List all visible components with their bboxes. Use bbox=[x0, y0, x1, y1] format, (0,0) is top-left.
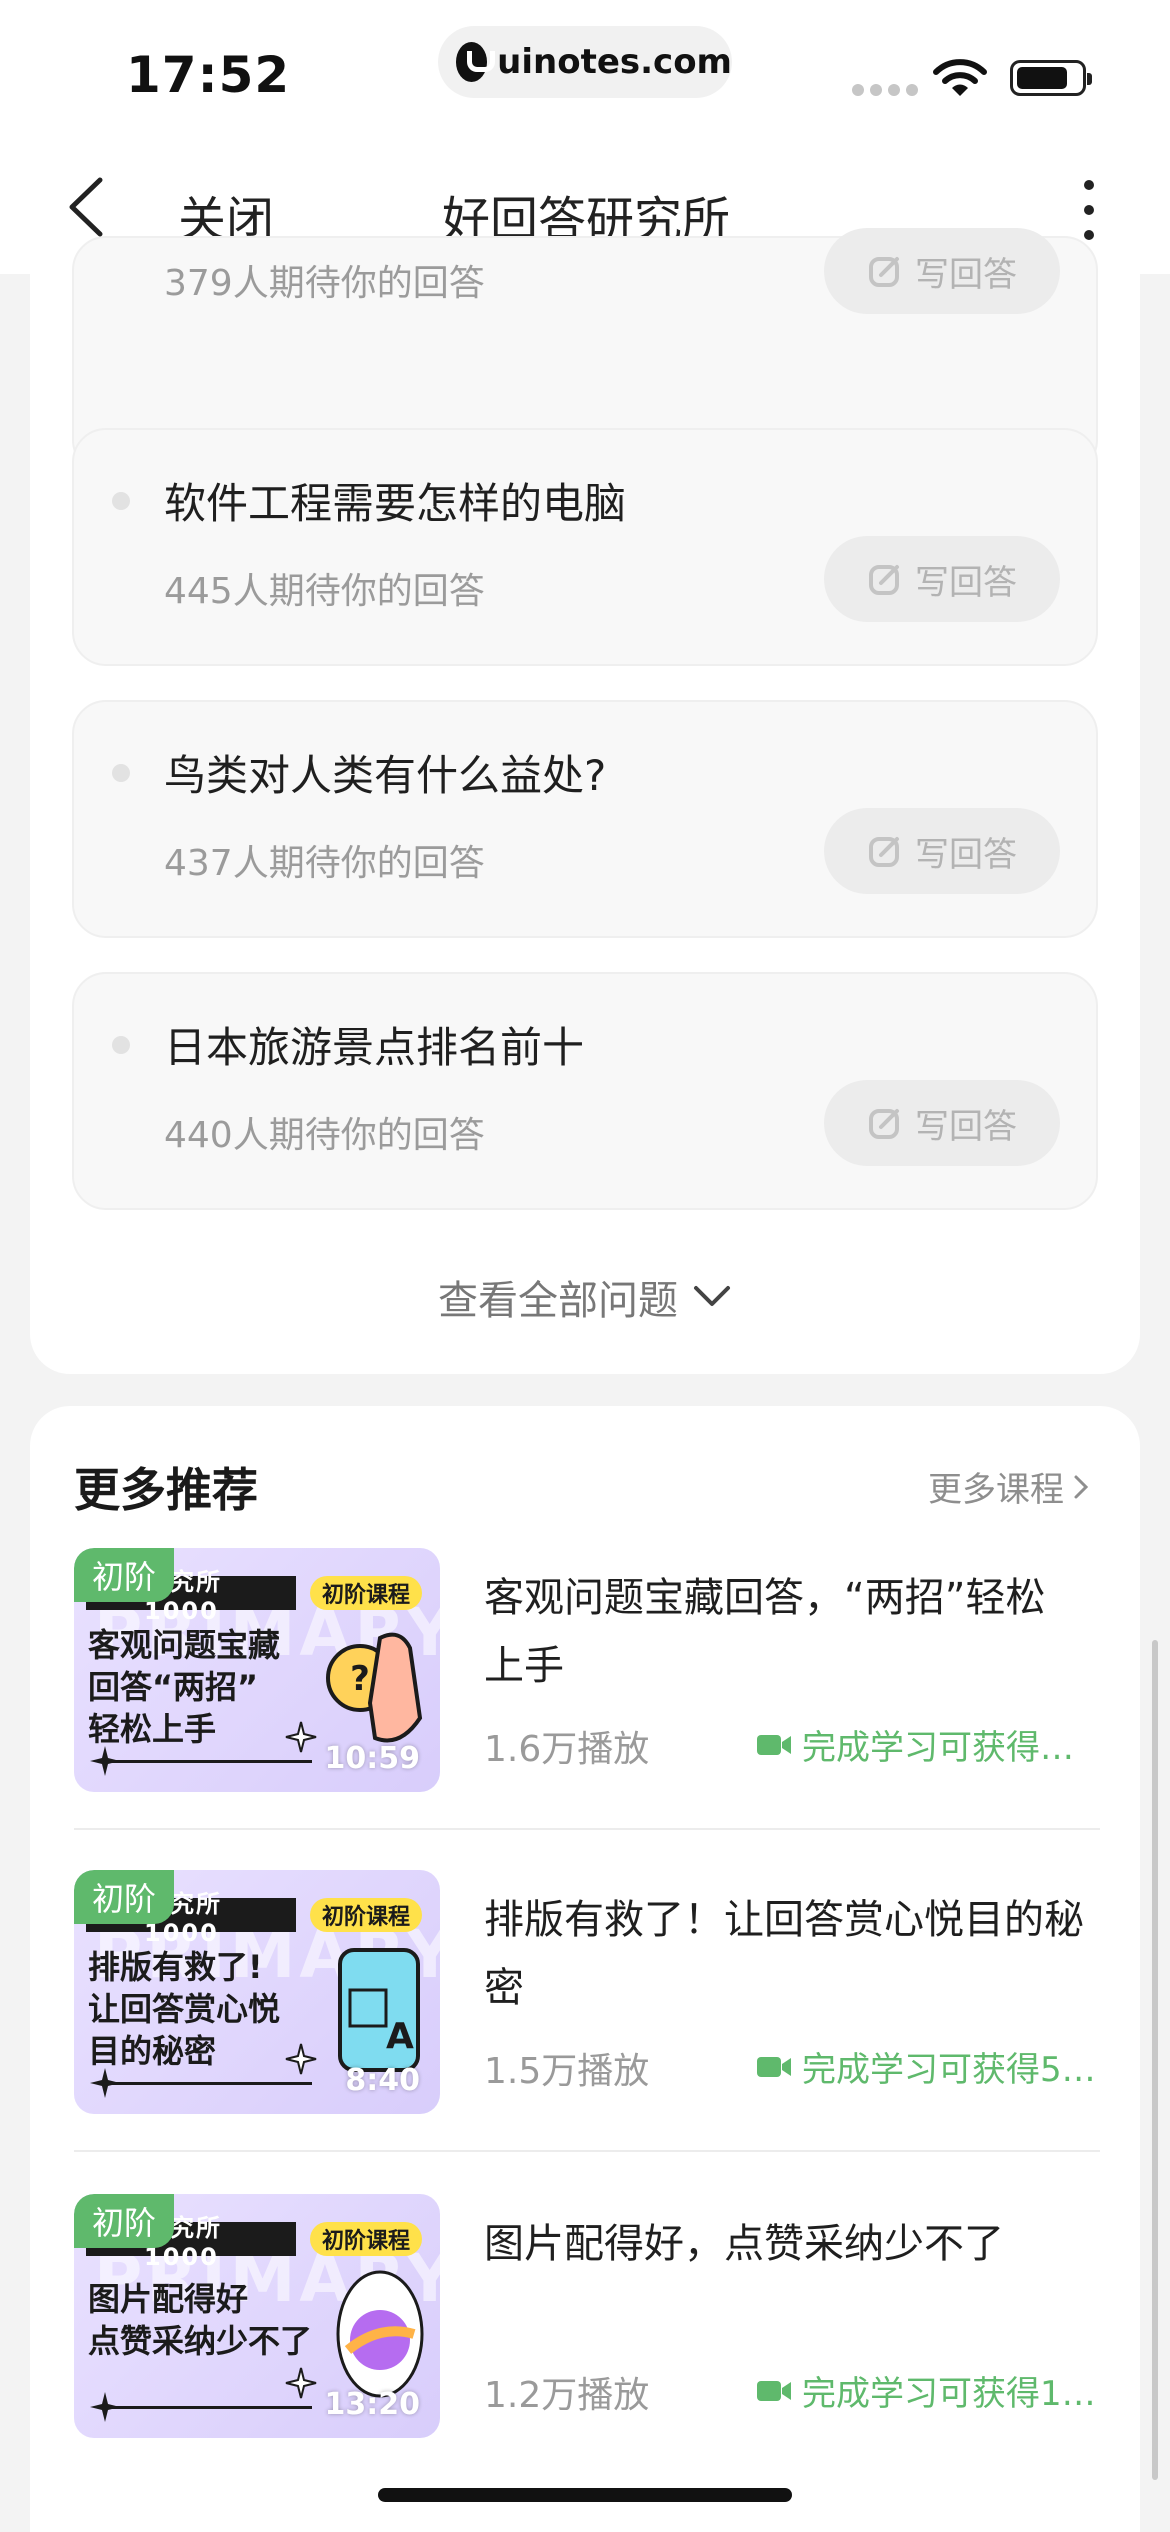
course-tag: 初阶课程 bbox=[310, 2222, 422, 2256]
play-count: 1.5万播放 bbox=[484, 2051, 650, 2092]
level-badge: 初阶 bbox=[74, 2194, 174, 2248]
course-item[interactable]: PRIMARY 研究所 1000 初阶课程 初阶 客观问题宝藏 回答“两招” 轻… bbox=[74, 1548, 1100, 1792]
reward-text: 完成学习可获得10… bbox=[802, 2374, 1100, 2414]
battery-icon bbox=[1010, 60, 1092, 96]
reward-text: 完成学习可获得小… bbox=[802, 1728, 1100, 1768]
view-all-label: 查看全部问题 bbox=[438, 1278, 678, 1324]
scrollbar[interactable] bbox=[1152, 1640, 1158, 2480]
question-item[interactable]: 鸟类对人类有什么益处? 437人期待你的回答 写回答 bbox=[72, 700, 1098, 938]
write-answer-button[interactable]: 写回答 bbox=[824, 228, 1060, 314]
video-camera-icon bbox=[757, 1734, 791, 1755]
wifi-icon bbox=[933, 59, 987, 96]
write-answer-label: 写回答 bbox=[915, 562, 1017, 603]
questions-section: 379人期待你的回答 写回答 软件工程需要怎样的电脑 445人期待你的回答 写回… bbox=[30, 228, 1140, 1374]
edit-icon bbox=[869, 565, 899, 595]
reward-text: 完成学习可获得5… bbox=[802, 2050, 1096, 2090]
reward-info: 完成学习可获得10… bbox=[756, 2366, 1100, 2415]
play-count: 1.2万播放 bbox=[484, 2375, 650, 2416]
write-answer-label: 写回答 bbox=[915, 1106, 1017, 1147]
video-duration: 10:59 bbox=[324, 1741, 421, 1776]
question-expect-count: 440人期待你的回答 bbox=[164, 1115, 485, 1156]
question-expect-count: 437人期待你的回答 bbox=[164, 843, 485, 884]
more-courses-link[interactable]: 更多课程 bbox=[928, 1462, 1090, 1511]
sparkle-icon bbox=[285, 2367, 317, 2399]
question-title[interactable]: 软件工程需要怎样的电脑 bbox=[164, 470, 626, 531]
write-answer-label: 写回答 bbox=[915, 834, 1017, 875]
question-expect-count: 445人期待你的回答 bbox=[164, 571, 485, 612]
chevron-right-icon bbox=[1074, 1475, 1089, 1498]
reward-info: 完成学习可获得小… bbox=[756, 1720, 1100, 1769]
video-duration: 13:20 bbox=[324, 2387, 421, 2422]
play-count: 1.6万播放 bbox=[484, 1729, 650, 1770]
question-title[interactable]: 鸟类对人类有什么益处? bbox=[164, 742, 606, 803]
course-thumbnail[interactable]: PRIMARY 研究所 1000 初阶课程 初阶 客观问题宝藏 回答“两招” 轻… bbox=[74, 1548, 440, 1792]
more-recommendations-section: 更多推荐 更多课程 PRIMARY 研究所 1000 初阶课程 初阶 客观问题宝… bbox=[30, 1406, 1140, 2532]
star-icon bbox=[90, 2068, 120, 2098]
more-courses-label: 更多课程 bbox=[928, 1470, 1064, 1510]
course-tag: 初阶课程 bbox=[310, 1576, 422, 1610]
write-answer-button[interactable]: 写回答 bbox=[824, 536, 1060, 622]
star-icon bbox=[90, 2392, 120, 2422]
status-bar: 17:52 uinotes.com bbox=[0, 0, 1170, 140]
write-answer-label: 写回答 bbox=[915, 254, 1017, 295]
section-title: 更多推荐 bbox=[74, 1463, 258, 1517]
sparkle-icon bbox=[285, 2043, 317, 2075]
status-time: 17:52 bbox=[126, 46, 291, 104]
planet-illustration-icon bbox=[336, 2270, 424, 2398]
hand-coin-illustration-icon: ? bbox=[326, 1632, 423, 1743]
course-title[interactable]: 客观问题宝藏回答，“两招”轻松上手 bbox=[484, 1564, 1084, 1700]
decor-line bbox=[102, 2406, 312, 2409]
level-badge: 初阶 bbox=[74, 1870, 174, 1924]
course-tag: 初阶课程 bbox=[310, 1898, 422, 1932]
bullet-dot bbox=[112, 764, 130, 782]
question-title[interactable]: 日本旅游景点排名前十 bbox=[164, 1014, 584, 1075]
edit-icon bbox=[869, 1109, 899, 1139]
site-logo-icon bbox=[456, 42, 496, 82]
course-title[interactable]: 图片配得好，点赞采纳少不了 bbox=[484, 2210, 1084, 2278]
video-camera-icon bbox=[757, 2056, 791, 2077]
edit-icon bbox=[869, 837, 899, 867]
divider bbox=[74, 2150, 1100, 2152]
write-answer-button[interactable]: 写回答 bbox=[824, 808, 1060, 894]
star-icon bbox=[90, 1746, 120, 1776]
cellular-signal-icon bbox=[852, 84, 918, 96]
bullet-dot bbox=[112, 492, 130, 510]
sparkle-icon bbox=[285, 1721, 317, 1753]
level-badge: 初阶 bbox=[74, 1548, 174, 1602]
url-pill[interactable]: uinotes.com bbox=[438, 26, 732, 98]
course-item[interactable]: PRIMARY 研究所 1000 初阶课程 初阶 排版有救了! 让回答赏心悦 目… bbox=[74, 1870, 1100, 2114]
question-item[interactable]: 软件工程需要怎样的电脑 445人期待你的回答 写回答 bbox=[72, 428, 1098, 666]
home-indicator[interactable] bbox=[378, 2488, 792, 2502]
course-thumbnail[interactable]: PRIMARY 研究所 1000 初阶课程 初阶 排版有救了! 让回答赏心悦 目… bbox=[74, 1870, 440, 2114]
reward-info: 完成学习可获得5… bbox=[756, 2042, 1100, 2091]
bullet-dot bbox=[112, 1036, 130, 1054]
decor-line bbox=[102, 2082, 312, 2085]
course-item[interactable]: PRIMARY 研究所 1000 初阶课程 初阶 图片配得好 点赞采纳少不了 1… bbox=[74, 2194, 1100, 2438]
edit-icon bbox=[869, 257, 899, 287]
thumbnail-text: 图片配得好 点赞采纳少不了 bbox=[88, 2280, 313, 2360]
question-item[interactable]: 日本旅游景点排名前十 440人期待你的回答 写回答 bbox=[72, 972, 1098, 1210]
course-title[interactable]: 排版有救了！让回答赏心悦目的秘密 bbox=[484, 1886, 1084, 2022]
svg-text:A: A bbox=[386, 2016, 414, 2057]
course-thumbnail[interactable]: PRIMARY 研究所 1000 初阶课程 初阶 图片配得好 点赞采纳少不了 1… bbox=[74, 2194, 440, 2438]
write-answer-button[interactable]: 写回答 bbox=[824, 1080, 1060, 1166]
phone-text-illustration-icon: A bbox=[338, 1948, 420, 2072]
question-expect-count: 379人期待你的回答 bbox=[164, 263, 485, 304]
view-all-questions-button[interactable]: 查看全部问题 bbox=[30, 1268, 1140, 1326]
back-arrow-icon[interactable] bbox=[62, 176, 112, 238]
divider bbox=[74, 1828, 1100, 1830]
video-duration: 8:40 bbox=[345, 2063, 420, 2098]
svg-text:?: ? bbox=[350, 1659, 370, 1699]
url-text: uinotes.com bbox=[497, 42, 732, 82]
decor-line bbox=[102, 1760, 312, 1763]
chevron-down-icon bbox=[694, 1286, 730, 1306]
more-menu-icon[interactable] bbox=[1074, 180, 1104, 240]
video-camera-icon bbox=[757, 2380, 791, 2401]
